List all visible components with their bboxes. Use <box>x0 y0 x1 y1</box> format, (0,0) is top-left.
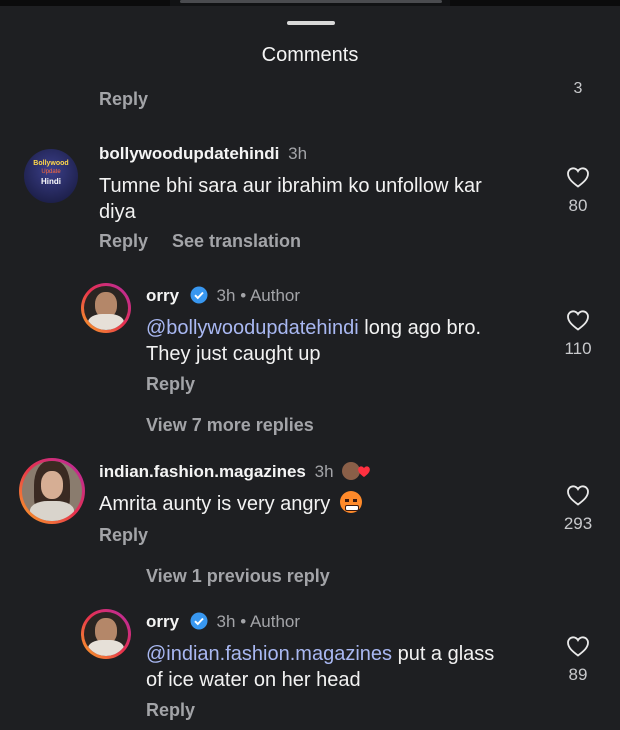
comment-text: Tumne bhi sara aur ibrahim ko unfollow k… <box>99 175 482 223</box>
mention-link[interactable]: @bollywoodupdatehindi <box>146 317 359 339</box>
reply-button[interactable]: Reply <box>99 525 148 546</box>
timestamp: 3h <box>288 144 308 163</box>
reply-button[interactable]: Reply <box>99 231 148 252</box>
username[interactable]: orry <box>146 612 179 631</box>
author-badge: Author <box>249 286 301 305</box>
avatar[interactable]: Bollywood Update Hindi <box>24 149 78 203</box>
like-count-partial: 3 <box>573 80 583 97</box>
mention-link[interactable]: @indian.fashion.magazines <box>146 643 392 665</box>
comment-username[interactable]: orry 3h • Author <box>146 286 300 306</box>
top-edge <box>0 0 620 6</box>
comment-username[interactable]: indian.fashion.magazines 3h <box>99 461 372 482</box>
like-button[interactable]: 80 <box>553 166 603 216</box>
heart-icon[interactable] <box>566 309 590 331</box>
like-button[interactable]: 110 <box>553 309 603 359</box>
username[interactable]: orry <box>146 286 179 305</box>
top-edge-right <box>450 0 620 6</box>
avatar[interactable] <box>84 612 128 656</box>
verified-badge-icon <box>190 612 208 630</box>
see-translation-link[interactable]: See translation <box>172 231 301 252</box>
reply-button[interactable]: Reply <box>146 700 195 721</box>
avatar[interactable] <box>84 286 128 330</box>
like-count: 293 <box>563 514 593 533</box>
author-badge: Author <box>249 612 301 631</box>
view-more-replies-button[interactable]: View 7 more replies <box>146 415 314 436</box>
comment-text: @indian.fashion.magazines put a glass of… <box>146 643 495 691</box>
verified-badge-icon <box>190 286 208 304</box>
like-count: 110 <box>564 339 592 358</box>
avatar[interactable] <box>22 461 82 521</box>
username[interactable]: indian.fashion.magazines <box>99 462 306 481</box>
timestamp: 3h <box>216 612 236 631</box>
comment-username[interactable]: orry 3h • Author <box>146 612 300 632</box>
sheet-title: Comments <box>261 44 359 66</box>
heart-icon[interactable] <box>566 635 590 657</box>
angry-emoji-icon <box>339 491 362 513</box>
timestamp: 3h <box>216 286 236 305</box>
liked-by-author-icon <box>342 461 372 481</box>
username[interactable]: bollywoodupdatehindi <box>99 144 279 163</box>
drag-handle[interactable] <box>287 21 335 25</box>
like-button[interactable]: 293 <box>553 484 603 534</box>
like-count: 89 <box>568 665 588 684</box>
comment-text: Amrita aunty is very angry <box>99 491 539 517</box>
reply-button[interactable]: Reply <box>146 374 195 395</box>
heart-icon[interactable] <box>566 166 590 188</box>
view-previous-reply-button[interactable]: View 1 previous reply <box>146 566 330 587</box>
like-button[interactable]: 89 <box>553 635 603 685</box>
top-edge-left <box>0 0 170 6</box>
top-edge-bar <box>180 0 442 3</box>
comment-username[interactable]: bollywoodupdatehindi 3h <box>99 144 307 164</box>
comment-text: @bollywoodupdatehindi long ago bro. They… <box>146 317 482 365</box>
reply-button[interactable]: Reply <box>99 89 148 110</box>
timestamp: 3h <box>314 462 334 481</box>
like-count: 80 <box>568 196 588 215</box>
heart-icon[interactable] <box>566 484 590 506</box>
